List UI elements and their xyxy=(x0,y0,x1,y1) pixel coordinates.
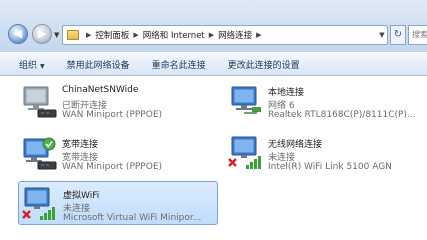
connections-list: ChinaNetSNWide 已断开连接 WAN Miniport (PPPOE… xyxy=(0,77,427,240)
list-item-selected[interactable]: 虚拟WiFi 未连接 Microsoft Virtual WiFi Minipo… xyxy=(18,181,218,225)
virtual-wifi-disconnected-icon xyxy=(22,187,55,220)
breadcrumb-network-internet[interactable]: 网络和 Internet xyxy=(143,29,205,41)
chevron-right-icon[interactable]: ▶ xyxy=(86,31,91,39)
search-input[interactable]: 搜索 xyxy=(408,25,427,45)
connection-name: 无线网络连接 xyxy=(268,140,323,150)
connection-device: WAN Miniport (PPPOE) xyxy=(62,162,163,172)
breadcrumb-control-panel[interactable]: 控制面板 xyxy=(95,29,129,41)
command-bar: 组织 ▼ 禁用此网络设备 重命名此连接 更改此连接的设置 xyxy=(0,52,427,76)
connection-device: Microsoft Virtual WiFi Minipor... xyxy=(63,213,202,223)
rename-connection-button[interactable]: 重命名此连接 xyxy=(141,58,217,71)
refresh-button[interactable]: ↻ xyxy=(390,25,406,45)
dialup-disconnected-icon xyxy=(23,86,57,118)
search-placeholder: 搜索 xyxy=(412,30,427,39)
organize-menu-button[interactable]: 组织 ▼ xyxy=(0,58,56,71)
back-button[interactable]: ◀ xyxy=(8,24,28,44)
list-item[interactable]: ChinaNetSNWide 已断开连接 WAN Miniport (PPPOE… xyxy=(18,79,218,123)
chevron-right-icon[interactable]: ▶ xyxy=(133,31,138,39)
organize-label: 组织 xyxy=(19,60,38,71)
recent-pages-dropdown[interactable]: ▼ xyxy=(54,31,59,39)
connection-name: 虚拟WiFi xyxy=(63,191,100,201)
forward-button[interactable]: ▶ xyxy=(32,24,52,44)
connection-device: WAN Miniport (PPPOE) xyxy=(62,110,163,120)
connection-name: 宽带连接 xyxy=(62,140,99,150)
list-item[interactable]: 宽带连接 宽带连接 WAN Miniport (PPPOE) xyxy=(18,131,218,175)
address-history-dropdown[interactable]: ▼ xyxy=(375,25,389,45)
breadcrumb-network-connections[interactable]: 网络连接 xyxy=(218,29,252,41)
title-bar: ◀ ▶ ▼ ▶ 控制面板 ▶ 网络和 Internet ▶ 网络连接 ▶ ▼ ↻… xyxy=(0,0,427,52)
connection-name: ChinaNetSNWide xyxy=(62,85,139,95)
lan-connected-icon xyxy=(231,86,261,114)
change-settings-button[interactable]: 更改此连接的设置 xyxy=(217,58,311,71)
wifi-disconnected-icon xyxy=(228,136,261,169)
connection-device: Intel(R) WiFi Link 5100 AGN xyxy=(268,162,392,172)
chevron-right-icon[interactable]: ▶ xyxy=(209,31,214,39)
chevron-right-icon[interactable]: ▶ xyxy=(256,31,261,39)
address-bar[interactable]: ▶ 控制面板 ▶ 网络和 Internet ▶ 网络连接 ▶ xyxy=(62,25,388,45)
list-item[interactable]: 本地连接 网络 6 Realtek RTL8168C(P)/8111C(P)..… xyxy=(224,79,424,123)
connection-device: Realtek RTL8168C(P)/8111C(P)... xyxy=(268,110,416,120)
disable-device-button[interactable]: 禁用此网络设备 xyxy=(56,58,141,71)
broadband-connected-icon xyxy=(23,137,57,170)
chevron-down-icon: ▼ xyxy=(40,62,45,70)
list-item[interactable]: 无线网络连接 未连接 Intel(R) WiFi Link 5100 AGN xyxy=(224,131,424,175)
control-panel-icon xyxy=(67,30,79,40)
connection-name: 本地连接 xyxy=(268,88,305,98)
